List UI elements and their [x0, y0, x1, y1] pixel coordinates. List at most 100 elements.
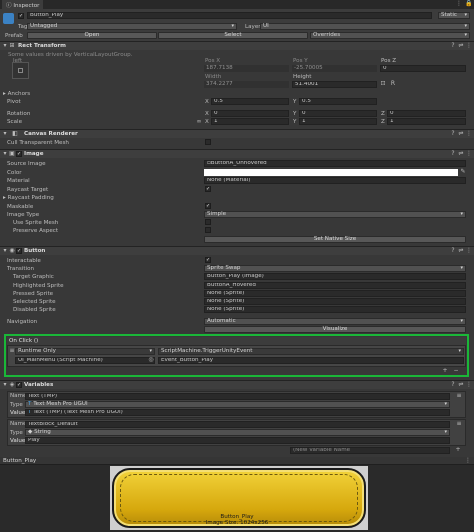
variables-header[interactable]: ▾ ◈ ✓ Variables ? ⇌ ⋮	[0, 380, 474, 389]
variable-name-field[interactable]: TextBlock_Default	[25, 421, 450, 428]
foldout-arrow-icon[interactable]: ▾	[2, 43, 8, 49]
color-swatch[interactable]	[204, 169, 458, 176]
runtime-dropdown[interactable]: Runtime Only	[15, 348, 155, 355]
component-menu-icon[interactable]: ⋮	[466, 151, 472, 157]
pivot-x-field[interactable]: 0.5	[211, 98, 289, 105]
variable-type-dropdown[interactable]: ◆ String	[25, 429, 450, 436]
component-menu-icon[interactable]: ⋮	[466, 248, 472, 254]
button-enabled-checkbox[interactable]: ✓	[16, 248, 22, 254]
image-enabled-checkbox[interactable]: ✓	[16, 151, 22, 157]
lock-icon[interactable]: 🔒	[465, 1, 472, 7]
preview-menu-icon[interactable]: ⋮	[465, 458, 471, 464]
preset-icon[interactable]: ⇌	[458, 151, 464, 157]
add-listener-button[interactable]: +	[442, 368, 448, 374]
variable-name-field[interactable]: Text (TMP)	[25, 393, 450, 400]
interactable-checkbox[interactable]: ✓	[205, 257, 211, 263]
object-name-field[interactable]: Button_Play	[27, 12, 432, 19]
rotation-y-field[interactable]: 0	[299, 110, 377, 117]
rect-transform-header[interactable]: ▾ ⊞ Rect Transform ? ⇌ ⋮	[0, 41, 474, 50]
use-sprite-mesh-label: Use Sprite Mesh	[13, 220, 59, 226]
select-prefab-button[interactable]: Select	[158, 32, 308, 39]
variable-value-label: Value	[10, 438, 26, 444]
target-graphic-field[interactable]: Button_Play (Image)	[204, 273, 466, 280]
cull-mesh-checkbox[interactable]	[205, 139, 211, 145]
foldout-arrow-icon[interactable]: ▾	[2, 131, 8, 137]
help-icon[interactable]: ?	[450, 248, 456, 254]
component-menu-icon[interactable]: ⋮	[466, 131, 472, 137]
static-dropdown[interactable]: Static	[438, 12, 470, 19]
pos-z-field[interactable]: 0	[380, 65, 466, 72]
raycast-padding-foldout[interactable]: ▸ Raycast Padding	[3, 195, 54, 201]
preset-icon[interactable]: ⇌	[458, 382, 464, 388]
disabled-sprite-field[interactable]: None (Sprite)	[204, 306, 466, 313]
transition-dropdown[interactable]: Sprite Swap	[204, 265, 466, 272]
image-header[interactable]: ▾ ▣ ✓ Image ? ⇌ ⋮	[0, 149, 474, 158]
scale-z-field[interactable]: 1	[387, 118, 466, 125]
component-menu-icon[interactable]: ⋮	[466, 382, 472, 388]
menu-icon[interactable]: ⋮	[456, 1, 462, 7]
pressed-sprite-field[interactable]: None (Sprite)	[204, 290, 466, 297]
pivot-y-field[interactable]: 0.5	[299, 98, 377, 105]
rotation-x-field[interactable]: 0	[211, 110, 289, 117]
anchors-foldout[interactable]: ▸ Anchors	[3, 91, 30, 97]
pressed-sprite-label: Pressed Sprite	[13, 291, 54, 297]
help-icon[interactable]: ?	[450, 151, 456, 157]
visualize-button[interactable]: Visualize	[204, 326, 466, 333]
material-label: Material	[7, 178, 30, 184]
preserve-aspect-checkbox[interactable]	[205, 227, 211, 233]
tag-dropdown[interactable]: Untagged	[27, 23, 237, 30]
drag-handle-icon[interactable]: ≡	[456, 393, 462, 399]
highlighted-sprite-field[interactable]: ButtonA_Hovered	[204, 282, 466, 289]
object-picker-icon[interactable]: ◎	[148, 357, 154, 363]
preset-icon[interactable]: ⇌	[458, 248, 464, 254]
component-menu-icon[interactable]: ⋮	[466, 43, 472, 49]
button-component-header[interactable]: ▾ ◉ ✓ Button ? ⇌ ⋮	[0, 246, 474, 255]
maskable-checkbox[interactable]: ✓	[205, 203, 211, 209]
blueprint-mode-icon[interactable]: ⊡	[380, 81, 386, 87]
selected-sprite-field[interactable]: None (Sprite)	[204, 298, 466, 305]
navigation-dropdown[interactable]: Automatic	[204, 318, 466, 325]
layer-dropdown[interactable]: UI	[260, 23, 470, 30]
variable-value-field[interactable]: Play	[25, 437, 450, 444]
source-image-field[interactable]: ▫ButtonA_Unhovered	[204, 160, 466, 167]
preset-icon[interactable]: ⇌	[458, 43, 464, 49]
scale-x-label: X	[205, 119, 209, 125]
overrides-dropdown[interactable]: Overrides	[310, 32, 470, 39]
rotation-z-field[interactable]: 0	[387, 110, 466, 117]
foldout-arrow-icon[interactable]: ▾	[2, 382, 8, 388]
constrain-proportions-icon[interactable]: ∞	[196, 119, 202, 125]
function-dropdown[interactable]: ScriptMachine.TriggerUnityEvent	[158, 348, 464, 355]
new-variable-name-field[interactable]: (New Variable Name	[290, 447, 450, 454]
height-field[interactable]: 51.4001	[292, 81, 377, 88]
scale-x-field[interactable]: 1	[211, 118, 289, 125]
variables-enabled-checkbox[interactable]: ✓	[16, 382, 22, 388]
foldout-arrow-icon[interactable]: ▾	[2, 151, 8, 157]
argument-field[interactable]: Event_Button_Play	[158, 357, 464, 364]
raw-edit-icon[interactable]: R	[390, 81, 396, 87]
help-icon[interactable]: ?	[450, 131, 456, 137]
use-sprite-mesh-checkbox[interactable]	[205, 219, 211, 225]
remove-listener-button[interactable]: −	[453, 368, 459, 374]
variable-value-field[interactable]: T Text (TMP) (Text Mesh Pro UGUI)	[25, 409, 450, 416]
open-prefab-button[interactable]: Open	[27, 32, 157, 39]
set-native-size-button[interactable]: Set Native Size	[204, 236, 466, 243]
active-checkbox[interactable]: ✓	[18, 13, 24, 19]
help-icon[interactable]: ?	[450, 43, 456, 49]
help-icon[interactable]: ?	[450, 382, 456, 388]
scale-y-field[interactable]: 1	[299, 118, 377, 125]
inspector-tab[interactable]: ⓘ Inspector	[2, 0, 44, 9]
add-variable-button[interactable]: +	[455, 447, 461, 453]
preset-icon[interactable]: ⇌	[458, 131, 464, 137]
drag-handle-icon[interactable]: ≡	[456, 421, 462, 427]
image-type-dropdown[interactable]: Simple	[204, 211, 466, 218]
eyedropper-icon[interactable]: ✎	[460, 169, 466, 175]
raycast-target-checkbox[interactable]: ✓	[205, 186, 211, 192]
material-field[interactable]: None (Material)	[204, 177, 466, 184]
foldout-arrow-icon[interactable]: ▾	[2, 248, 8, 254]
cull-mesh-label: Cull Transparent Mesh	[7, 140, 69, 146]
variable-type-dropdown[interactable]: T Text Mesh Pro UGUI	[25, 401, 450, 408]
anchor-preset-button[interactable]	[12, 62, 29, 79]
variables-title: Variables	[24, 382, 54, 388]
canvas-renderer-header[interactable]: ▾ ◧ Canvas Renderer ? ⇌ ⋮	[0, 129, 474, 138]
target-object-field[interactable]: UI_MainMenu (Script Machine)	[15, 357, 155, 364]
